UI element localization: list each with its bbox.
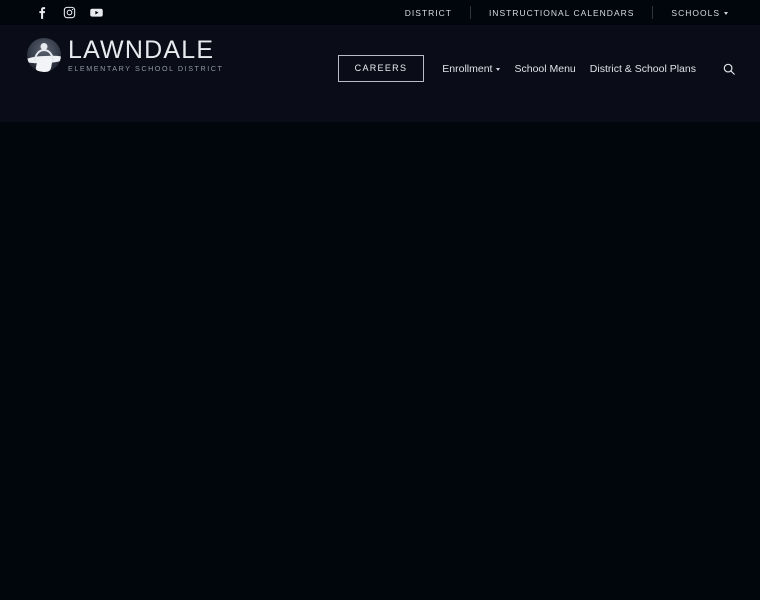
- utility-item-schools[interactable]: SCHOOLS: [653, 8, 746, 18]
- search-icon[interactable]: [720, 60, 738, 78]
- utility-item-label: INSTRUCTIONAL CALENDARS: [488, 7, 635, 18]
- brand-tagline: ELEMENTARY SCHOOL DISTRICT: [68, 64, 224, 73]
- header-link-label: District & School Plans: [589, 62, 696, 75]
- chevron-down-icon: [496, 68, 501, 71]
- social-links: [34, 5, 104, 21]
- site-header: LAWNDALE ELEMENTARY SCHOOL DISTRICT CARE…: [0, 25, 760, 137]
- header-link-label: Enrollment: [442, 62, 493, 75]
- youtube-icon[interactable]: [88, 5, 104, 21]
- facebook-icon[interactable]: [34, 5, 50, 21]
- instagram-icon[interactable]: [61, 5, 77, 21]
- header-link-enrollment[interactable]: Enrollment: [442, 62, 501, 75]
- seal-arms: [34, 49, 54, 62]
- brand-name: LAWNDALE: [68, 36, 215, 64]
- careers-button[interactable]: CAREERS: [337, 55, 425, 82]
- brand-text: LAWNDALE ELEMENTARY SCHOOL DISTRICT: [68, 36, 224, 73]
- utility-item-instructional-calendars[interactable]: INSTRUCTIONAL CALENDARS: [471, 8, 652, 18]
- header-link-school-menu[interactable]: School Menu: [514, 63, 575, 75]
- header-actions: CAREERS Enrollment School Menu District …: [337, 55, 738, 82]
- utility-nav: DISTRICT INSTRUCTIONAL CALENDARS SCHOOLS: [387, 0, 746, 25]
- seal-head: [40, 43, 48, 51]
- page-content-area: [0, 122, 760, 600]
- utility-item-label: SCHOOLS: [671, 7, 720, 18]
- utility-item-label: DISTRICT: [404, 7, 452, 18]
- utility-item-district[interactable]: DISTRICT: [387, 8, 470, 18]
- utility-bar: DISTRICT INSTRUCTIONAL CALENDARS SCHOOLS: [0, 0, 760, 25]
- header-link-label: School Menu: [514, 62, 576, 75]
- header-link-district-and-school-plans[interactable]: District & School Plans: [590, 63, 696, 75]
- page-root: DISTRICT INSTRUCTIONAL CALENDARS SCHOOLS: [0, 0, 760, 600]
- chevron-down-icon: [724, 12, 728, 15]
- brand-logo[interactable]: LAWNDALE ELEMENTARY SCHOOL DISTRICT: [27, 38, 223, 72]
- district-seal-icon: [27, 38, 61, 73]
